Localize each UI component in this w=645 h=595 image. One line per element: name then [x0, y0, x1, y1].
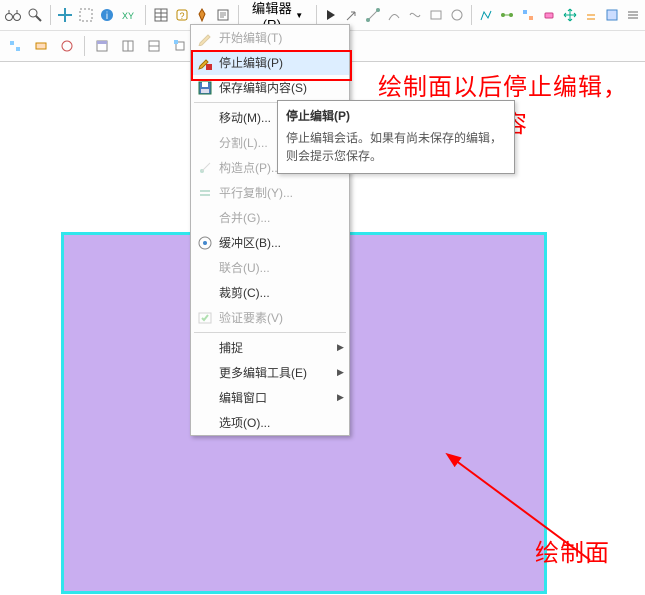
- construct-pt-icon: [191, 155, 219, 180]
- menu-item-label: 编辑窗口: [219, 389, 337, 406]
- marker-icon[interactable]: [194, 4, 211, 26]
- rubber-icon[interactable]: [541, 4, 558, 26]
- validate-icon: [191, 305, 219, 330]
- tb2-b[interactable]: [30, 35, 52, 57]
- binocular-icon[interactable]: [4, 4, 22, 26]
- vertex-line-icon[interactable]: [365, 4, 382, 26]
- menu-item-validate: 验证要素(V): [191, 305, 349, 330]
- tb2-c[interactable]: [56, 35, 78, 57]
- blank: [191, 280, 219, 305]
- menu-item-label: 缓冲区(B)...: [219, 234, 337, 251]
- menu-item-label: 捕捉: [219, 339, 337, 356]
- editor-menu: 开始编辑(T)停止编辑(P)保存编辑内容(S)移动(M)...▶分割(L)...…: [190, 24, 350, 436]
- blank: [191, 410, 219, 435]
- annotation-arrow: [440, 445, 610, 575]
- menu-item-label: 保存编辑内容(S): [219, 79, 337, 96]
- menu-item-start-edit: 开始编辑(T): [191, 25, 349, 50]
- menu-separator: [194, 332, 346, 333]
- menu-item-options[interactable]: 选项(O)...: [191, 410, 349, 435]
- editor-dropdown-button[interactable]: 编辑器(R)▼: [244, 4, 310, 26]
- menu-item-label: 联合(U)...: [219, 259, 337, 276]
- sequence-icon[interactable]: [499, 4, 516, 26]
- blank: [191, 335, 219, 360]
- separator: [145, 5, 146, 25]
- blank: [191, 360, 219, 385]
- table-icon[interactable]: [152, 4, 169, 26]
- blank: [191, 385, 219, 410]
- submenu-arrow-icon: ▶: [337, 367, 349, 378]
- submenu-arrow-icon: ▶: [337, 342, 349, 353]
- separator: [84, 36, 85, 56]
- menu-item-stop-edit[interactable]: 停止编辑(P): [191, 50, 349, 75]
- circle-icon[interactable]: [448, 4, 465, 26]
- tb2-f[interactable]: [143, 35, 165, 57]
- menu-item-label: 开始编辑(T): [219, 29, 337, 46]
- menu-item-label: 停止编辑(P): [219, 54, 337, 71]
- svg-text:XY: XY: [122, 11, 134, 21]
- info-icon[interactable]: i: [99, 4, 116, 26]
- svg-text:i: i: [106, 11, 108, 22]
- menu-item-buffer[interactable]: 缓冲区(B)...: [191, 230, 349, 255]
- separator: [316, 5, 317, 25]
- offset-icon[interactable]: [582, 4, 599, 26]
- save-icon: [191, 75, 219, 100]
- separator: [471, 5, 472, 25]
- curve-icon[interactable]: [406, 4, 423, 26]
- separator: [50, 5, 51, 25]
- polyline-icon[interactable]: [478, 4, 495, 26]
- menu-item-save-edit[interactable]: 保存编辑内容(S): [191, 75, 349, 100]
- more-icon[interactable]: [624, 4, 641, 26]
- tooltip-body: 停止编辑会话。如果有尚未保存的编辑，则会提示您保存。: [286, 129, 506, 165]
- pencil-icon: [191, 25, 219, 50]
- selection-icon[interactable]: [78, 4, 95, 26]
- tooltip: 停止编辑(P) 停止编辑会话。如果有尚未保存的编辑，则会提示您保存。: [277, 100, 515, 174]
- menu-item-edit-win[interactable]: 编辑窗口▶: [191, 385, 349, 410]
- menu-item-label: 更多编辑工具(E): [219, 364, 337, 381]
- menu-item-label: 合并(G)...: [219, 209, 337, 226]
- separator: [238, 5, 239, 25]
- menu-item-clip[interactable]: 裁剪(C)...: [191, 280, 349, 305]
- arrow-icon[interactable]: [344, 4, 361, 26]
- parallel-icon: [191, 180, 219, 205]
- buffer-icon: [191, 230, 219, 255]
- blank: [191, 255, 219, 280]
- box-icon[interactable]: [603, 4, 620, 26]
- rect-icon[interactable]: [427, 4, 444, 26]
- menu-item-label: 平行复制(Y)...: [219, 184, 337, 201]
- svg-text:?: ?: [179, 11, 184, 21]
- chevron-down-icon: ▼: [295, 11, 303, 20]
- menu-item-more-tools[interactable]: 更多编辑工具(E)▶: [191, 360, 349, 385]
- menu-item-label: 裁剪(C)...: [219, 284, 337, 301]
- tb2-g[interactable]: [169, 35, 191, 57]
- xy-coord-icon[interactable]: XY: [119, 4, 139, 26]
- arc-vertex-icon[interactable]: [386, 4, 403, 26]
- tooltip-title: 停止编辑(P): [286, 107, 506, 124]
- menu-item-merge: 合并(G)...: [191, 205, 349, 230]
- zoom-tool-icon[interactable]: [26, 4, 44, 26]
- pan-icon[interactable]: [57, 4, 74, 26]
- tb2-e[interactable]: [117, 35, 139, 57]
- blank: [191, 130, 219, 155]
- tb2-d[interactable]: [91, 35, 113, 57]
- menu-item-label: 选项(O)...: [219, 414, 337, 431]
- topology-icon[interactable]: [520, 4, 537, 26]
- pencil-stop-icon: [191, 50, 219, 75]
- blank: [191, 205, 219, 230]
- tb2-a[interactable]: [4, 35, 26, 57]
- menu-item-union: 联合(U)...: [191, 255, 349, 280]
- menu-item-parallel: 平行复制(Y)...: [191, 180, 349, 205]
- menu-item-label: 验证要素(V): [219, 309, 337, 326]
- help-icon[interactable]: ?: [173, 4, 190, 26]
- script-icon[interactable]: [215, 4, 232, 26]
- arrow-start-icon[interactable]: [323, 4, 340, 26]
- submenu-arrow-icon: ▶: [337, 392, 349, 403]
- blank: [191, 105, 219, 130]
- move-icon[interactable]: [561, 4, 578, 26]
- menu-item-snap[interactable]: 捕捉▶: [191, 335, 349, 360]
